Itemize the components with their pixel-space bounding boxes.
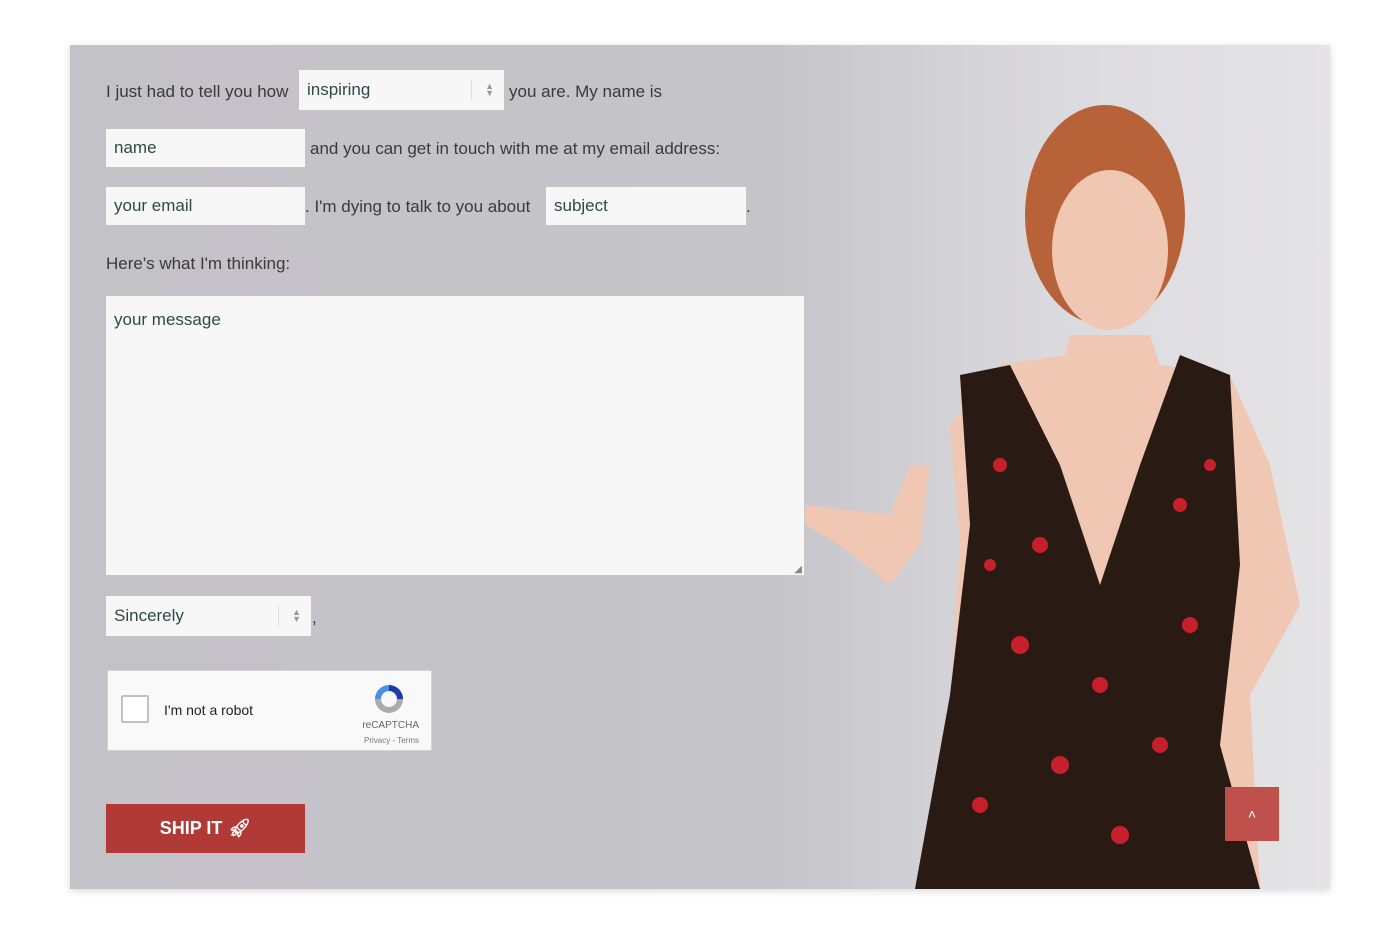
contact-panel: I just had to tell you how inspiring ▲ ▼ … [70, 45, 1330, 889]
ship-it-button[interactable]: SHIP IT 🚀︎ [106, 804, 305, 853]
name-input[interactable]: name [106, 129, 305, 167]
scroll-to-top-button[interactable]: ˄ [1225, 787, 1279, 841]
select-divider [278, 606, 279, 626]
adjective-select[interactable]: inspiring ▲ ▼ [299, 70, 504, 110]
ship-it-label: SHIP IT [159, 818, 223, 838]
recaptcha-logo-icon [375, 685, 403, 713]
hero-photo [805, 105, 1300, 889]
after-email-text: . I'm dying to talk to you about [305, 197, 531, 216]
resize-handle-icon[interactable]: ◢ [794, 564, 802, 575]
subject-placeholder: subject [554, 196, 608, 215]
recaptcha-checkbox[interactable] [121, 695, 149, 723]
recaptcha-label: I'm not a robot [164, 702, 254, 718]
intro-text: I just had to tell you how [106, 82, 289, 101]
chevron-up-icon: ˄ [1247, 806, 1257, 822]
rocket-icon: 🚀︎ [228, 818, 252, 838]
after-adjective-text: you are. My name is [509, 82, 663, 101]
recaptcha-brand: reCAPTCHA [362, 720, 419, 731]
adjective-select-value: inspiring [307, 80, 371, 99]
subject-input[interactable]: subject [546, 187, 746, 225]
recaptcha-links[interactable]: Privacy - Terms [364, 736, 419, 745]
recaptcha-widget: I'm not a robot reCAPTCHA Privacy - Term… [107, 670, 432, 751]
email-input[interactable]: your email [106, 187, 305, 225]
select-divider [471, 80, 472, 100]
after-signoff-text: , [312, 608, 317, 627]
thinking-label: Here's what I'm thinking: [106, 254, 291, 273]
select-arrows-icon: ▲ ▼ [485, 81, 494, 98]
email-placeholder: your email [114, 196, 193, 215]
select-arrows-icon: ▲ ▼ [292, 607, 301, 624]
signoff-select[interactable]: Sincerely ▲ ▼ [106, 596, 311, 636]
name-placeholder: name [114, 138, 157, 157]
signoff-select-value: Sincerely [114, 606, 184, 625]
message-placeholder: your message [114, 310, 221, 329]
message-textarea[interactable]: your message ◢ [106, 296, 804, 575]
after-subject-text: . [746, 197, 751, 216]
after-name-text: and you can get in touch with me at my e… [310, 139, 721, 158]
